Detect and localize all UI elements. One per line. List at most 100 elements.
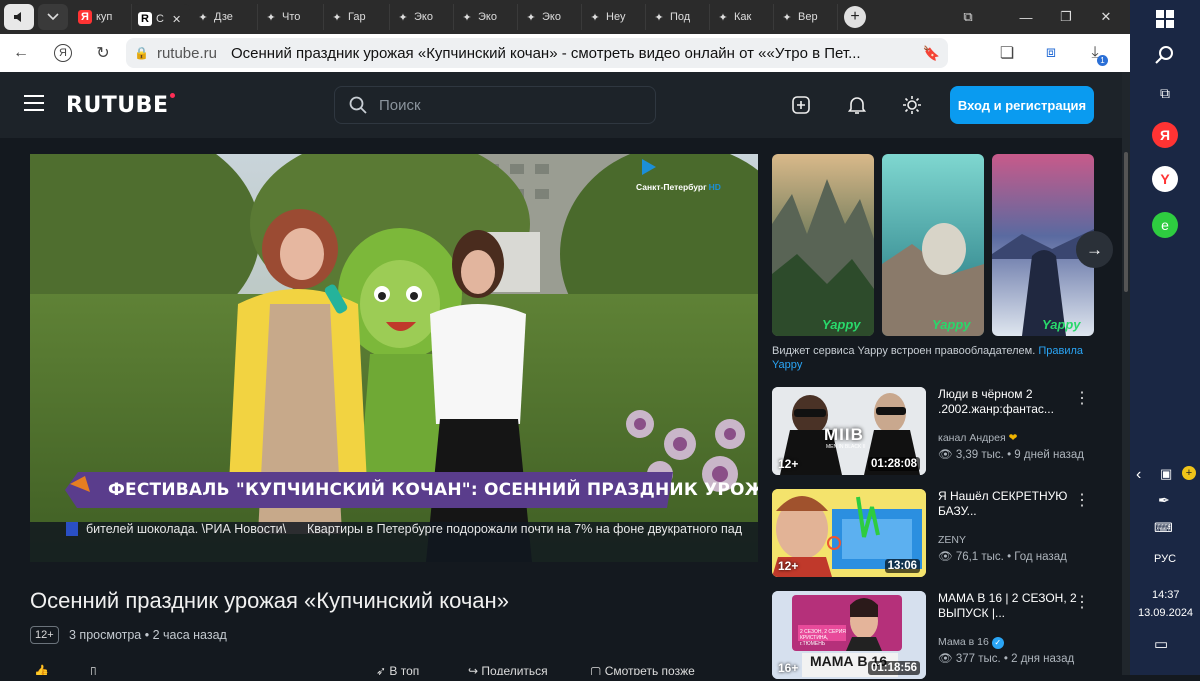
start-button[interactable] bbox=[1150, 4, 1180, 34]
tray-app-icon[interactable]: ▣ bbox=[1160, 466, 1172, 482]
url-page-title: Осенний праздник урожая «Купчинский коча… bbox=[231, 44, 861, 62]
bookmark-icon[interactable]: 🔖 bbox=[923, 45, 940, 62]
like-button[interactable]: 👍 bbox=[34, 664, 49, 675]
input-language[interactable]: РУС bbox=[1154, 553, 1176, 565]
yandex-icon: Я bbox=[78, 10, 92, 24]
close-window-button[interactable]: ✕ bbox=[1090, 0, 1122, 34]
yandex-home-button[interactable]: Я bbox=[48, 38, 78, 68]
more-options-button[interactable]: ⋮ bbox=[1074, 493, 1090, 509]
browser-tab[interactable]: ✦ Вер bbox=[774, 4, 838, 30]
recommendation-meta: 👁 76,1 тыс. • Год назад bbox=[938, 551, 1067, 563]
tray-chevron[interactable]: ‹ bbox=[1136, 466, 1141, 484]
video-actions: 👍 ▯ ➶ В топ ↪ Поделиться ▢ Смотреть позж… bbox=[30, 662, 758, 675]
yappy-note: Виджет сервиса Yappy встроен правооблада… bbox=[772, 344, 1102, 372]
sparkle-icon: ✦ bbox=[782, 11, 792, 24]
more-options-button[interactable]: ⋮ bbox=[1074, 595, 1090, 611]
browser-tab[interactable]: ✦ Как bbox=[710, 4, 774, 30]
time-ago: 2 дня назад bbox=[1011, 653, 1075, 665]
browser-tab[interactable]: ✦ Что bbox=[258, 4, 324, 30]
video-frame bbox=[30, 154, 758, 562]
rutube-logo[interactable]: RUTUBE bbox=[66, 92, 176, 118]
translate-button[interactable]: ⧈ bbox=[1036, 38, 1066, 68]
yandex-browser-taskbar-button[interactable]: Y bbox=[1152, 166, 1178, 192]
share-button[interactable]: ↪ Поделиться bbox=[468, 664, 548, 675]
notification-center-button[interactable]: ▭ bbox=[1154, 635, 1168, 653]
pen-icon[interactable]: ✒ bbox=[1158, 492, 1170, 509]
notifications-button[interactable] bbox=[844, 92, 870, 118]
tab-audio-button[interactable] bbox=[4, 4, 34, 30]
collections-button[interactable]: ❏ bbox=[992, 38, 1022, 68]
yandex-browser-icon: Y bbox=[1160, 171, 1170, 187]
yandex-taskbar-button[interactable]: Я bbox=[1152, 122, 1178, 148]
minimize-icon: — bbox=[1019, 9, 1033, 25]
restore-button[interactable]: ❐ bbox=[1050, 0, 1082, 34]
eye-icon: 👁 bbox=[938, 449, 953, 461]
browser-tab[interactable]: ✦ Дзе bbox=[190, 4, 258, 30]
age-rating: 12+ bbox=[778, 457, 799, 471]
close-tab-icon[interactable]: ✕ bbox=[172, 13, 181, 26]
sparkle-icon: ✦ bbox=[590, 11, 600, 24]
search-placeholder: Поиск bbox=[379, 96, 421, 114]
keyboard-icon[interactable]: ⌨ bbox=[1154, 520, 1173, 536]
duration-badge: 13:06 bbox=[884, 559, 920, 573]
channel-watermark-hd: HD bbox=[708, 182, 721, 192]
yappy-next-button[interactable]: → bbox=[1076, 231, 1113, 268]
yappy-watermark: Yappy bbox=[822, 317, 861, 332]
back-button[interactable]: ← bbox=[6, 38, 36, 68]
browser-tab[interactable]: ✦ Эко bbox=[454, 4, 518, 30]
channel-name-text: Мама в 16 bbox=[938, 636, 989, 648]
tray-plus-icon[interactable]: + bbox=[1182, 466, 1196, 480]
recommendation-thumbnail: 12+ 13:06 bbox=[772, 489, 926, 577]
search-taskbar-button[interactable] bbox=[1150, 40, 1180, 70]
search-icon bbox=[1155, 46, 1173, 64]
clock-date[interactable]: 13.09.2024 bbox=[1138, 607, 1193, 619]
more-options-button[interactable]: ⋮ bbox=[1074, 391, 1090, 407]
recommendation-item[interactable]: 12+ 13:06 Я Нашёл СЕКРЕТНУЮ БАЗУ... ZENY… bbox=[772, 489, 1112, 579]
age-rating: 12+ bbox=[778, 559, 799, 573]
browser-tab[interactable]: ✦ Под bbox=[646, 4, 710, 30]
recommendation-thumbnail: 2 СЕЗОН, 2 СЕРИЯ КРИСТИНА, г.ТЮМЕНЬ МАМА… bbox=[772, 591, 926, 679]
heart-icon: ❤ bbox=[1008, 432, 1018, 444]
downloads-button[interactable]: ⤓ 1 bbox=[1080, 38, 1110, 68]
browser-tab[interactable]: ✦ Эко bbox=[518, 4, 582, 30]
search-input[interactable]: Поиск bbox=[334, 86, 656, 124]
theme-toggle-button[interactable] bbox=[899, 92, 925, 118]
bell-icon bbox=[848, 97, 866, 114]
minimize-button[interactable]: — bbox=[1010, 0, 1042, 34]
browser-tab[interactable]: Я куп bbox=[72, 4, 132, 30]
time-ago: Год назад bbox=[1014, 551, 1067, 563]
browser-tab[interactable]: ✦ Гар bbox=[324, 4, 390, 30]
tab-list-button[interactable] bbox=[38, 4, 68, 30]
browser-tab-active[interactable]: R С ✕ bbox=[132, 4, 190, 34]
reload-button[interactable]: ↻ bbox=[88, 38, 118, 68]
top-button[interactable]: ➶ В топ bbox=[376, 664, 419, 675]
browser-tab[interactable]: ✦ Эко bbox=[390, 4, 454, 30]
clock-time[interactable]: 14:37 bbox=[1152, 589, 1180, 601]
yappy-card[interactable]: Yappy bbox=[882, 154, 984, 336]
scrollbar-thumb[interactable] bbox=[1124, 152, 1128, 292]
app-taskbar-button[interactable]: e bbox=[1152, 212, 1178, 238]
speech-bubble-icon: ▭ bbox=[1154, 636, 1169, 653]
tab-label: Как bbox=[734, 11, 752, 23]
video-banner: ФЕСТИВАЛЬ "КУПЧИНСКИЙ КОЧАН": ОСЕННИЙ ПР… bbox=[108, 480, 758, 500]
upload-button[interactable] bbox=[788, 92, 814, 118]
watch-later-label: Смотреть позже bbox=[604, 664, 695, 675]
new-tab-button[interactable]: + bbox=[844, 6, 866, 28]
recommendation-item[interactable]: MIIB MEN IN BLACK II 12+ 01:28:08 Люди в… bbox=[772, 387, 1112, 477]
task-view-button[interactable]: ⧉ bbox=[1150, 78, 1180, 108]
tab-label: Эко bbox=[478, 11, 497, 23]
watch-later-button[interactable]: ▢ Смотреть позже bbox=[590, 664, 695, 675]
browser-tab[interactable]: ✦ Неу bbox=[582, 4, 646, 30]
dislike-button[interactable]: ▯ bbox=[90, 664, 97, 675]
news-ticker: бителей шоколада. \РИА Новости\ Квартиры… bbox=[86, 522, 758, 536]
recommendation-item[interactable]: 2 СЕЗОН, 2 СЕРИЯ КРИСТИНА, г.ТЮМЕНЬ МАМА… bbox=[772, 591, 1112, 681]
reload-icon: ↻ bbox=[96, 45, 110, 62]
login-button[interactable]: Вход и регистрация bbox=[950, 86, 1094, 124]
url-field[interactable]: 🔒 rutube.ru Осенний праздник урожая «Куп… bbox=[126, 38, 948, 68]
yappy-card[interactable]: Yappy bbox=[772, 154, 874, 336]
banner-text: ФЕСТИВАЛЬ "КУПЧИНСКИЙ КОЧАН": ОСЕННИЙ ПР… bbox=[108, 480, 758, 500]
video-player[interactable]: ФЕСТИВАЛЬ "КУПЧИНСКИЙ КОЧАН": ОСЕННИЙ ПР… bbox=[30, 154, 758, 562]
tab-manager-button[interactable]: ⧉ bbox=[952, 0, 984, 34]
page-scrollbar[interactable] bbox=[1122, 72, 1130, 675]
menu-button[interactable] bbox=[24, 94, 44, 116]
